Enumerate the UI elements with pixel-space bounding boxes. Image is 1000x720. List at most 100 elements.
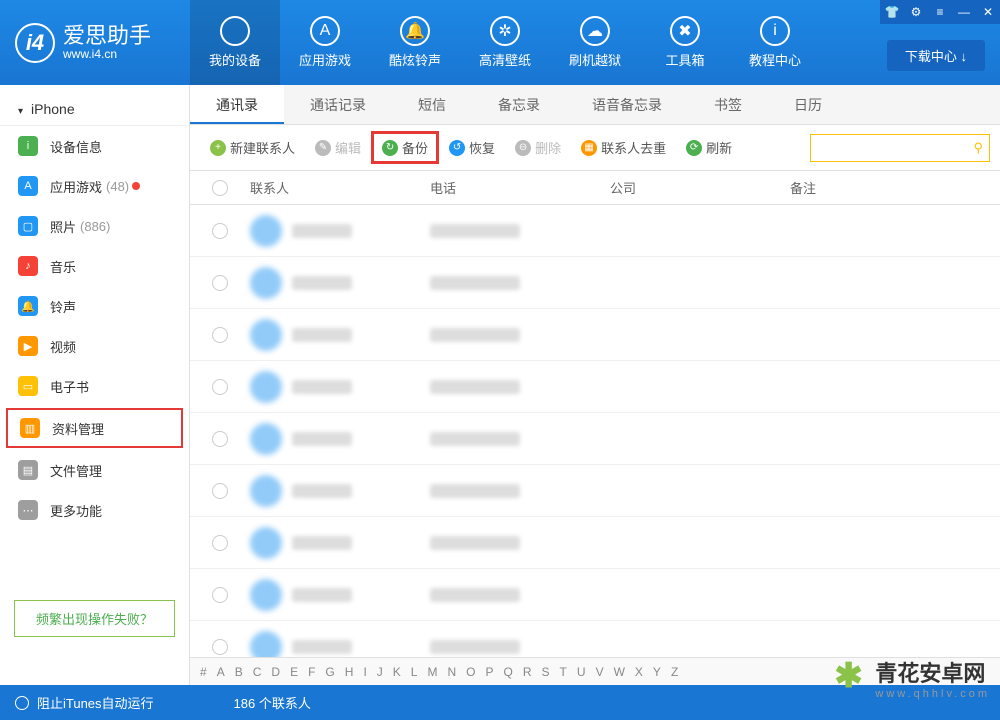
nav-tab-5[interactable]: ✖工具箱	[640, 0, 730, 85]
alpha-E[interactable]: E	[290, 665, 298, 679]
col-contact[interactable]: 联系人	[240, 178, 430, 197]
alpha-K[interactable]: K	[393, 665, 401, 679]
tool-编辑[interactable]: ✎编辑	[305, 133, 371, 162]
alpha-#[interactable]: #	[200, 665, 207, 679]
alpha-G[interactable]: G	[325, 665, 334, 679]
sidebar-item-7[interactable]: ▥资料管理	[6, 408, 183, 448]
sidebar-item-8[interactable]: ▤文件管理	[0, 450, 189, 490]
row-checkbox[interactable]	[212, 275, 228, 291]
row-checkbox[interactable]	[212, 587, 228, 603]
table-row[interactable]	[190, 361, 1000, 413]
device-selector[interactable]: iPhone	[0, 93, 189, 126]
search-input[interactable]	[811, 135, 989, 161]
nav-tab-6[interactable]: i教程中心	[730, 0, 820, 85]
alpha-S[interactable]: S	[542, 665, 550, 679]
col-phone[interactable]: 电话	[430, 178, 610, 197]
tool-联系人去重[interactable]: ▦联系人去重	[571, 133, 676, 162]
menu-icon[interactable]: ≡	[928, 0, 952, 24]
alpha-Z[interactable]: Z	[671, 665, 678, 679]
alpha-X[interactable]: X	[635, 665, 643, 679]
avatar	[250, 319, 282, 351]
sidebar-item-4[interactable]: 🔔铃声	[0, 286, 189, 326]
alpha-B[interactable]: B	[235, 665, 243, 679]
alpha-H[interactable]: H	[345, 665, 354, 679]
col-company[interactable]: 公司	[610, 178, 790, 197]
nav-icon: ✲	[490, 16, 520, 46]
alpha-Y[interactable]: Y	[653, 665, 661, 679]
alpha-J[interactable]: J	[377, 665, 383, 679]
row-checkbox[interactable]	[212, 483, 228, 499]
alpha-W[interactable]: W	[614, 665, 625, 679]
alpha-N[interactable]: N	[447, 665, 456, 679]
select-all-checkbox[interactable]	[212, 180, 228, 196]
tool-icon: ✎	[315, 140, 331, 156]
sidebar-item-2[interactable]: ▢照片(886)	[0, 206, 189, 246]
tool-刷新[interactable]: ⟳刷新	[676, 133, 742, 162]
sub-tab-4[interactable]: 语音备忘录	[566, 85, 688, 124]
sub-tab-2[interactable]: 短信	[392, 85, 472, 124]
sidebar-item-1[interactable]: A应用游戏(48)	[0, 166, 189, 206]
alpha-L[interactable]: L	[411, 665, 418, 679]
table-row[interactable]	[190, 569, 1000, 621]
alpha-U[interactable]: U	[577, 665, 586, 679]
alpha-A[interactable]: A	[217, 665, 225, 679]
row-checkbox[interactable]	[212, 431, 228, 447]
help-link[interactable]: 频繁出现操作失败？	[14, 600, 175, 637]
row-checkbox[interactable]	[212, 535, 228, 551]
sub-tab-1[interactable]: 通话记录	[284, 85, 392, 124]
nav-tab-2[interactable]: 🔔酷炫铃声	[370, 0, 460, 85]
alpha-I[interactable]: I	[363, 665, 366, 679]
avatar	[250, 215, 282, 247]
alpha-T[interactable]: T	[560, 665, 567, 679]
alpha-O[interactable]: O	[466, 665, 475, 679]
table-row[interactable]	[190, 621, 1000, 657]
avatar	[250, 371, 282, 403]
sidebar-item-0[interactable]: i设备信息	[0, 126, 189, 166]
shirt-icon[interactable]: 👕	[880, 0, 904, 24]
row-checkbox[interactable]	[212, 379, 228, 395]
row-checkbox[interactable]	[212, 327, 228, 343]
alpha-D[interactable]: D	[271, 665, 280, 679]
row-checkbox[interactable]	[212, 223, 228, 239]
settings-icon[interactable]: ⚙	[904, 0, 928, 24]
nav-tab-0[interactable]: 我的设备	[190, 0, 280, 85]
sidebar-item-3[interactable]: ♪音乐	[0, 246, 189, 286]
table-row[interactable]	[190, 205, 1000, 257]
tool-新建联系人[interactable]: +新建联系人	[200, 133, 305, 162]
table-row[interactable]	[190, 257, 1000, 309]
col-note[interactable]: 备注	[790, 178, 1000, 197]
itunes-block-checkbox[interactable]	[15, 696, 29, 710]
row-checkbox[interactable]	[212, 639, 228, 655]
table-row[interactable]	[190, 517, 1000, 569]
tool-恢复[interactable]: ↺恢复	[439, 133, 505, 162]
nav-tab-1[interactable]: A应用游戏	[280, 0, 370, 85]
table-row[interactable]	[190, 465, 1000, 517]
sub-tab-3[interactable]: 备忘录	[472, 85, 566, 124]
alpha-R[interactable]: R	[523, 665, 532, 679]
minimize-button[interactable]: —	[952, 0, 976, 24]
table-row[interactable]	[190, 309, 1000, 361]
table-row[interactable]	[190, 413, 1000, 465]
alpha-C[interactable]: C	[253, 665, 262, 679]
alpha-P[interactable]: P	[486, 665, 494, 679]
sub-tab-6[interactable]: 日历	[768, 85, 848, 124]
search-box[interactable]: ⚲	[810, 134, 990, 162]
download-center-button[interactable]: 下载中心 ↓	[887, 40, 985, 71]
sidebar-item-9[interactable]: ⋯更多功能	[0, 490, 189, 530]
search-icon[interactable]: ⚲	[973, 140, 983, 156]
tool-icon: ⟳	[686, 140, 702, 156]
tool-备份[interactable]: ↻备份	[371, 131, 439, 164]
close-button[interactable]: ✕	[976, 0, 1000, 24]
nav-tab-4[interactable]: ☁刷机越狱	[550, 0, 640, 85]
sidebar-item-6[interactable]: ▭电子书	[0, 366, 189, 406]
sub-tab-5[interactable]: 书签	[688, 85, 768, 124]
sub-tab-0[interactable]: 通讯录	[190, 85, 284, 124]
nav-tab-3[interactable]: ✲高清壁纸	[460, 0, 550, 85]
alpha-Q[interactable]: Q	[504, 665, 513, 679]
tool-删除[interactable]: ⊖删除	[505, 133, 571, 162]
sidebar-item-5[interactable]: ▶视频	[0, 326, 189, 366]
alpha-V[interactable]: V	[596, 665, 604, 679]
alpha-F[interactable]: F	[308, 665, 315, 679]
alpha-M[interactable]: M	[427, 665, 437, 679]
nav-icon: 🔔	[400, 16, 430, 46]
